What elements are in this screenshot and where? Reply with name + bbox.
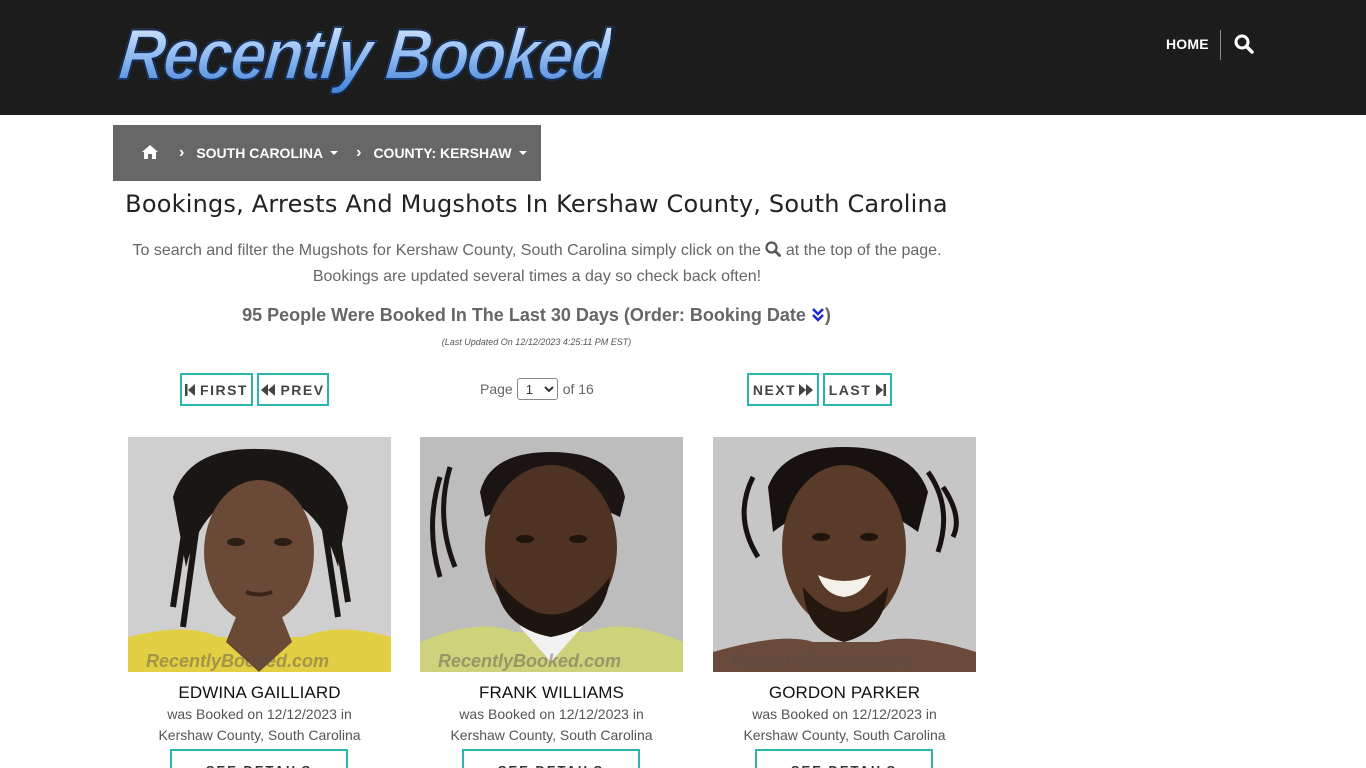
booked-date: was Booked on 12/12/2023 in [167,706,352,722]
page-selector: Page 1 of 16 [480,378,594,400]
last-page-button[interactable]: LAST [823,373,892,406]
search-icon[interactable] [1234,34,1256,56]
next-page-button[interactable]: NEXT [747,373,819,406]
caret-down-icon [518,151,527,155]
person-name[interactable]: FRANK WILLIAMS [420,683,683,703]
breadcrumb-state-label: SOUTH CAROLINA [196,145,324,161]
photo-watermark: RecentlyBooked.com [438,651,622,671]
nav-home-link[interactable]: HOME [1166,36,1209,52]
last-page-label: LAST [828,381,872,398]
booked-location: Kershaw County, South Carolina [743,727,946,743]
logo-text: Recently Booked [115,13,614,95]
photo-watermark: RecentlyBooked.com [731,651,915,671]
last-updated: (Last Updated On 12/12/2023 4:25:11 PM E… [441,337,632,347]
skip-first-icon [185,383,196,396]
next-page-label: NEXT [752,381,797,398]
page-number-select[interactable]: 1 [516,378,558,400]
chevron-right-icon: › [356,144,362,161]
intro-text-before: To search and filter the Mugshots for Ke… [132,242,761,259]
mugshot-photo[interactable]: RecentlyBooked.com [713,437,976,672]
person-name[interactable]: GORDON PARKER [713,683,976,703]
page-title: Bookings, Arrests And Mugshots In Kersha… [125,190,948,218]
site-header: Recently Booked HOME [0,0,1366,115]
first-page-label: FIRST [200,381,248,398]
see-details-button[interactable]: SEE DETAILS [170,749,348,768]
booked-location: Kershaw County, South Carolina [158,727,361,743]
search-icon [765,240,782,257]
caret-down-icon [330,151,339,155]
home-icon[interactable] [141,144,161,162]
breadcrumb-county-label: COUNTY: KERSHAW [373,145,512,161]
prev-page-button[interactable]: PREV [257,373,329,406]
mugshot-photo[interactable]: RecentlyBooked.com [420,437,683,672]
page-total: of 16 [562,381,594,397]
page-label: Page [480,381,513,397]
nav-divider [1220,30,1221,60]
chevron-right-icon: › [179,144,185,161]
booking-card: RecentlyBooked.com EDWINA GAILLIARD was … [128,437,391,768]
booking-count: 95 People Were Booked In The Last 30 Day… [113,305,960,326]
booked-date: was Booked on 12/12/2023 in [752,706,937,722]
see-details-button[interactable]: SEE DETAILS [462,749,640,768]
booking-card: RecentlyBooked.com FRANK WILLIAMS was Bo… [420,437,683,768]
booking-count-close: ) [824,305,831,325]
breadcrumb-state-dropdown[interactable]: SOUTH CAROLINA [196,145,339,161]
person-name[interactable]: EDWINA GAILLIARD [128,683,391,703]
site-logo[interactable]: Recently Booked [115,13,619,95]
breadcrumb-county-dropdown[interactable]: COUNTY: KERSHAW [373,145,527,161]
intro-text: To search and filter the Mugshots for Ke… [120,238,954,290]
booked-location: Kershaw County, South Carolina [450,727,653,743]
booking-card: RecentlyBooked.com GORDON PARKER was Boo… [713,437,976,768]
booking-count-text: 95 People Were Booked In The Last 30 Day… [242,305,806,325]
photo-watermark: RecentlyBooked.com [146,651,330,671]
breadcrumb: › SOUTH CAROLINA › COUNTY: KERSHAW [113,125,541,181]
booked-date: was Booked on 12/12/2023 in [459,706,644,722]
forward-icon [799,383,814,396]
backward-icon [261,383,276,396]
see-details-button[interactable]: SEE DETAILS [755,749,933,768]
sort-order-icon[interactable] [811,306,825,324]
prev-page-label: PREV [280,381,325,398]
skip-last-icon [876,383,887,396]
mugshot-photo[interactable]: RecentlyBooked.com [128,437,391,672]
first-page-button[interactable]: FIRST [180,373,253,406]
